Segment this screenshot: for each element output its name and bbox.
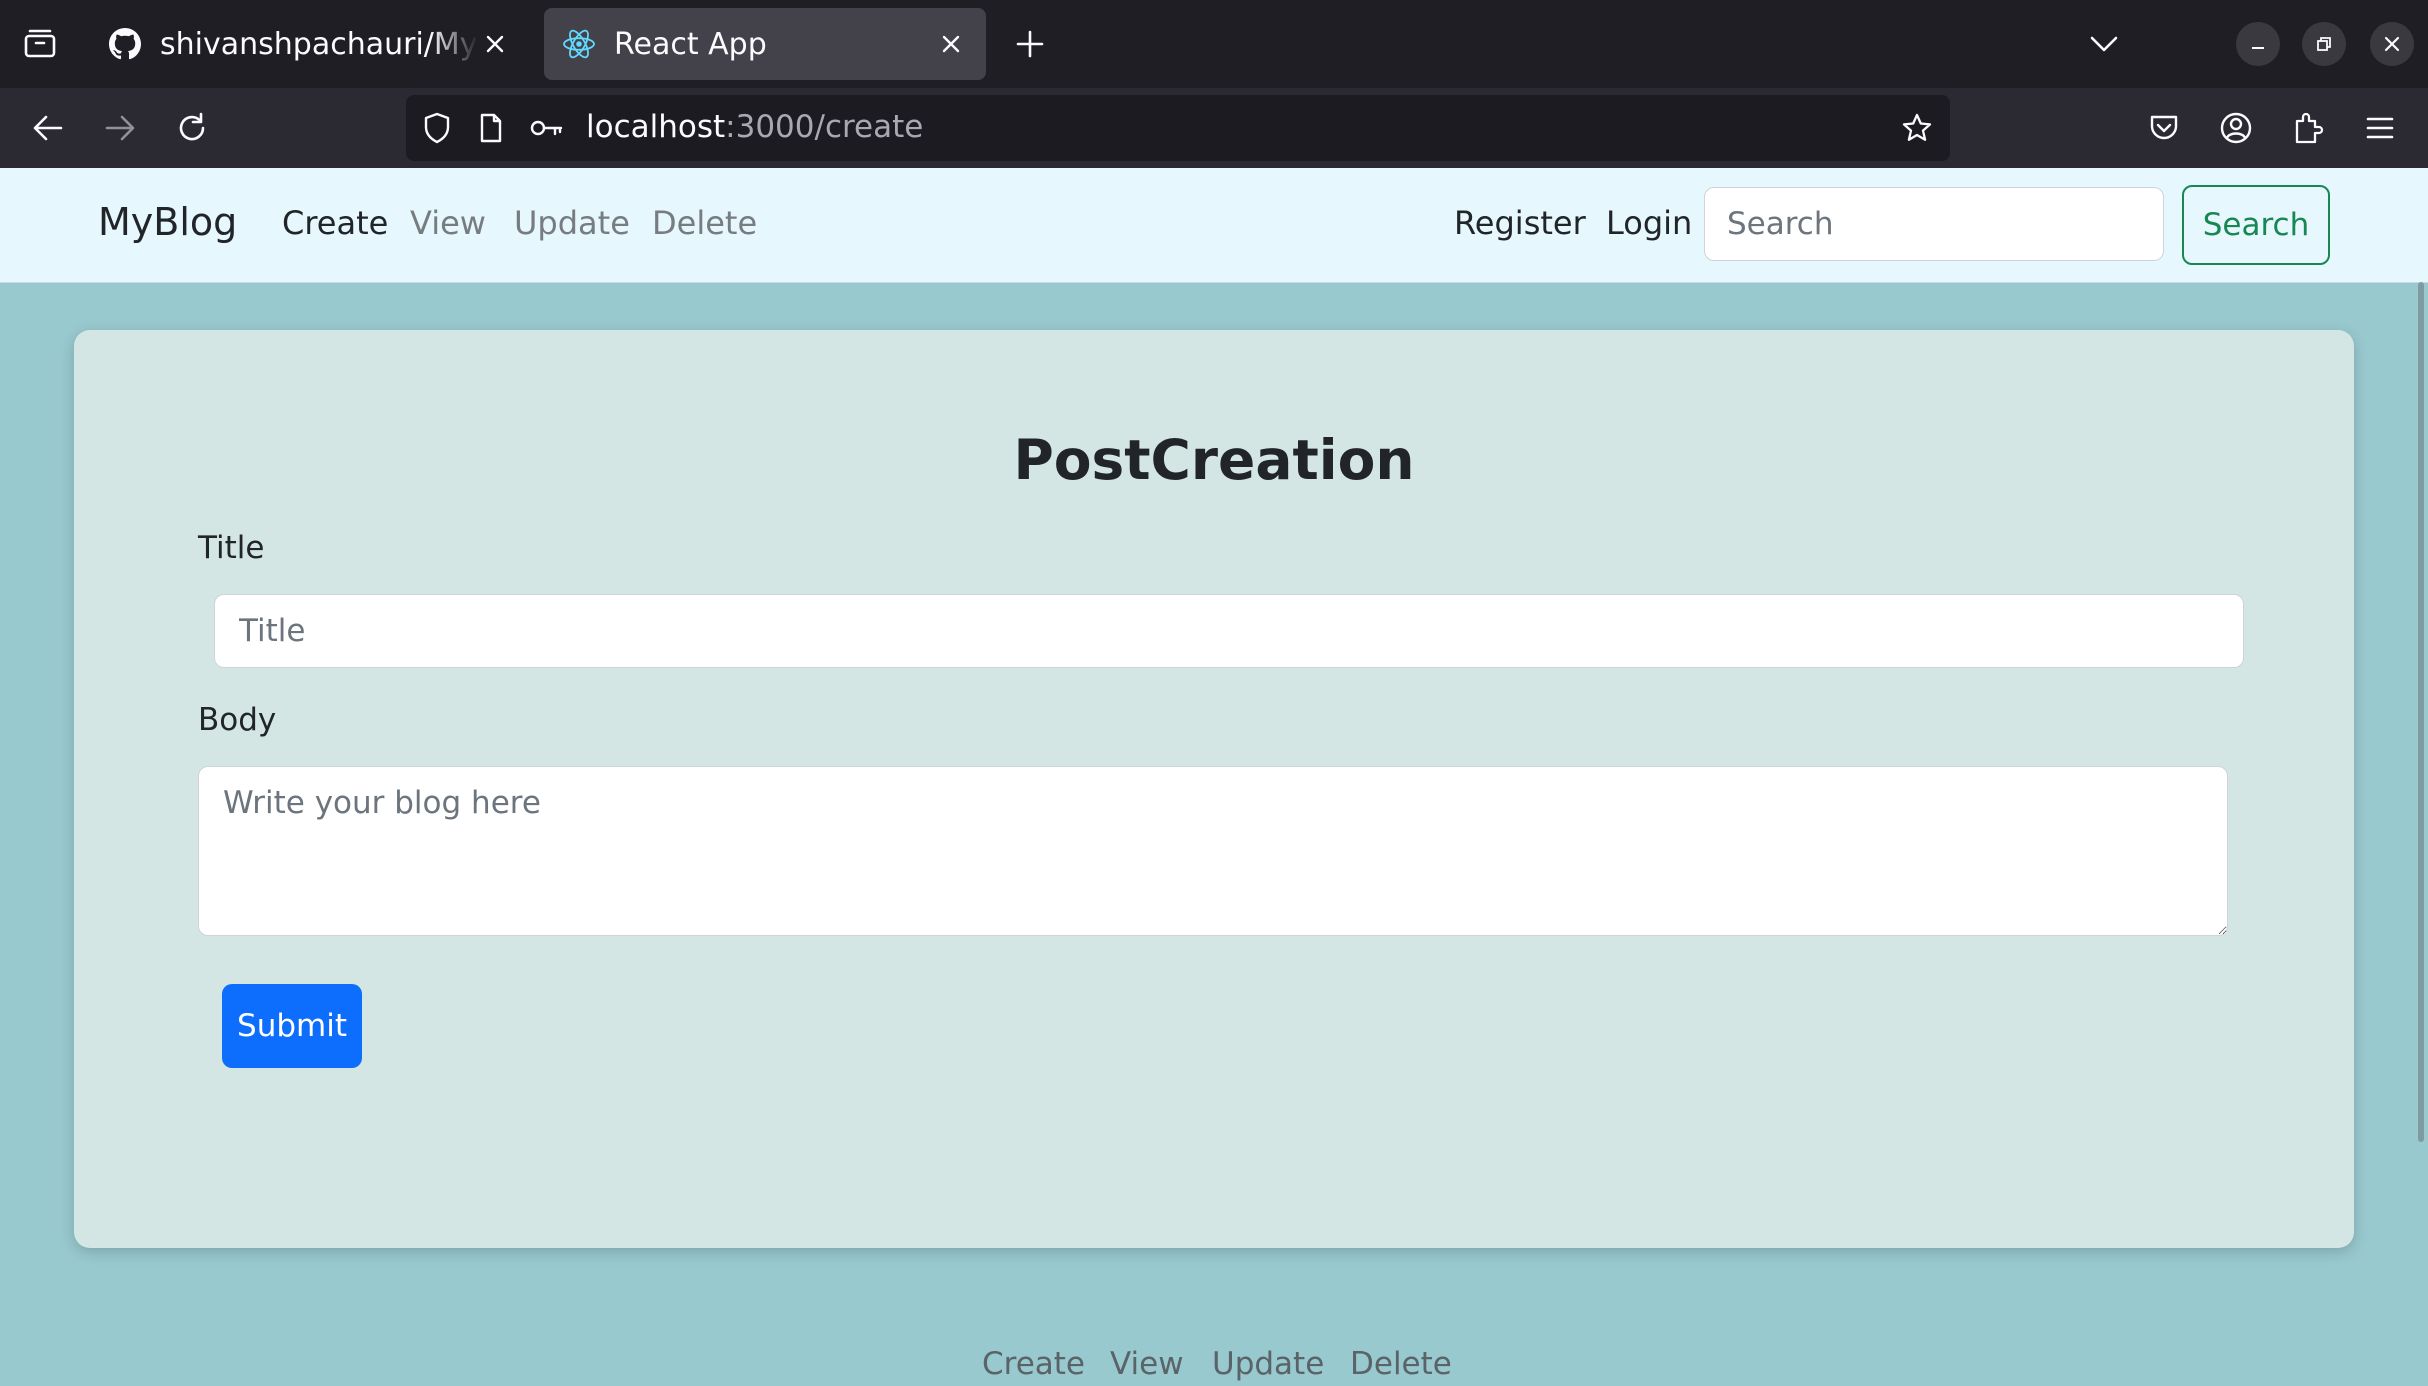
list-all-tabs-icon[interactable] <box>2084 24 2124 64</box>
footer-link-view[interactable]: View <box>1110 1346 1184 1382</box>
restore-window-icon[interactable] <box>2302 22 2346 66</box>
close-tab-icon[interactable] <box>478 27 512 61</box>
app-navbar: MyBlog Create View Update Delete Registe… <box>0 168 2428 283</box>
body-label: Body <box>198 702 277 738</box>
page-scrollbar[interactable] <box>2418 282 2424 1142</box>
post-creation-card: PostCreation Title Body Submit <box>74 330 2354 1248</box>
tab-title: React App <box>614 26 767 62</box>
account-icon[interactable] <box>2210 102 2262 154</box>
nav-link-login[interactable]: Login <box>1606 204 1692 242</box>
brand-logo[interactable]: MyBlog <box>98 200 237 244</box>
search-input[interactable] <box>1704 187 2164 261</box>
footer-link-create[interactable]: Create <box>982 1346 1085 1382</box>
nav-link-delete[interactable]: Delete <box>652 204 757 242</box>
back-icon[interactable] <box>22 102 74 154</box>
tab-title: shivanshpachauri/MyBlog <box>160 26 478 62</box>
nav-link-update[interactable]: Update <box>514 204 630 242</box>
body-textarea[interactable] <box>198 766 2228 936</box>
shield-icon[interactable] <box>420 111 454 145</box>
menu-icon[interactable] <box>2354 102 2406 154</box>
nav-link-register[interactable]: Register <box>1454 204 1586 242</box>
url-text: localhost:3000/create <box>586 109 924 145</box>
reload-icon[interactable] <box>166 102 218 154</box>
github-icon <box>108 27 142 61</box>
nav-link-view[interactable]: View <box>410 204 486 242</box>
bookmark-star-icon[interactable] <box>1900 111 1934 145</box>
page-title: PostCreation <box>1013 428 1415 492</box>
submit-button[interactable]: Submit <box>222 984 362 1068</box>
minimize-window-icon[interactable] <box>2236 22 2280 66</box>
browser-tab-bar: shivanshpachauri/MyBlog React App <box>0 0 2428 88</box>
nav-link-create[interactable]: Create <box>282 204 388 242</box>
url-bar[interactable]: localhost:3000/create <box>406 95 1950 161</box>
footer-link-delete[interactable]: Delete <box>1350 1346 1452 1382</box>
extensions-icon[interactable] <box>2282 102 2334 154</box>
footer-link-update[interactable]: Update <box>1212 1346 1324 1382</box>
pocket-icon[interactable] <box>2138 102 2190 154</box>
page-icon[interactable] <box>474 111 508 145</box>
tab-overview-icon[interactable] <box>16 22 64 66</box>
react-icon <box>562 27 596 61</box>
browser-toolbar: localhost:3000/create <box>0 88 2428 168</box>
title-label: Title <box>198 530 265 566</box>
search-button[interactable]: Search <box>2182 185 2330 265</box>
close-tab-icon[interactable] <box>934 27 968 61</box>
title-input[interactable] <box>214 594 2244 668</box>
new-tab-icon[interactable] <box>1010 24 1050 64</box>
forward-icon[interactable] <box>94 102 146 154</box>
browser-tab-react-app[interactable]: React App <box>544 8 986 80</box>
key-icon[interactable] <box>530 111 564 145</box>
browser-tab-github[interactable]: shivanshpachauri/MyBlog <box>90 8 530 80</box>
close-window-icon[interactable] <box>2370 22 2414 66</box>
